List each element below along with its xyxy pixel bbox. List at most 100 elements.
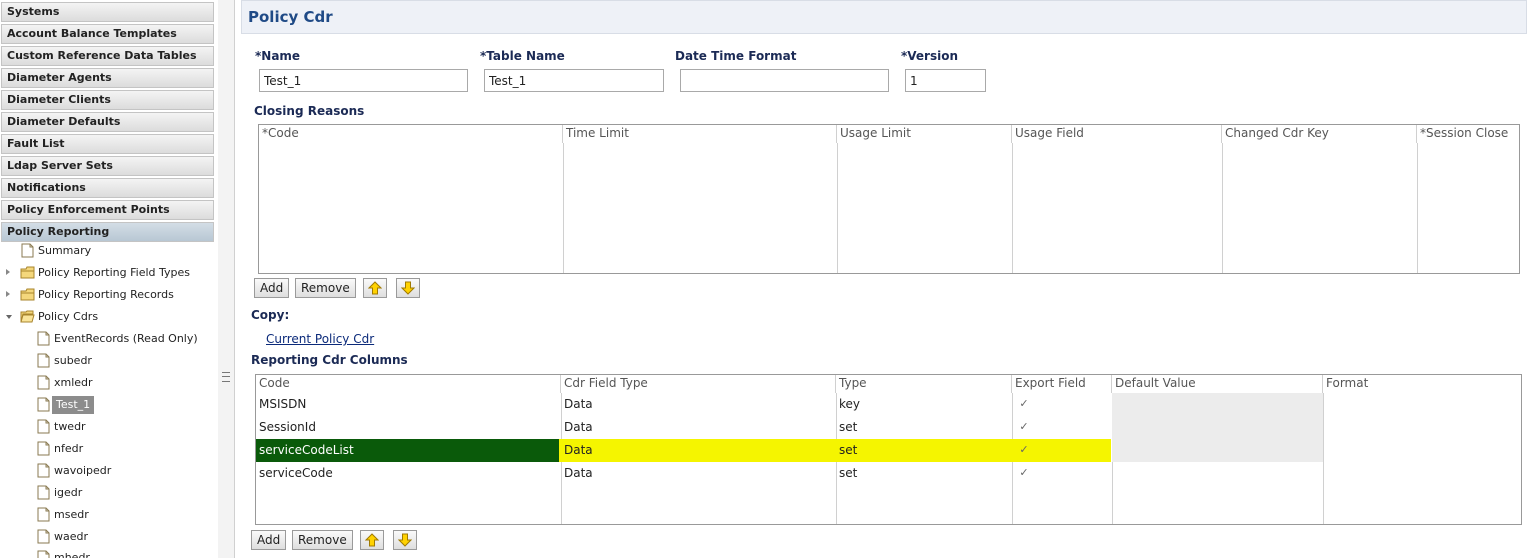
current-policy-cdr-link[interactable]: Current Policy Cdr (266, 332, 374, 346)
sidebar-section-policy-reporting[interactable]: Policy Reporting (1, 222, 214, 242)
page-icon (37, 441, 50, 456)
sidebar-section-policy-enforcement-points[interactable]: Policy Enforcement Points (1, 200, 214, 220)
version-label: *Version (901, 49, 959, 63)
folder-icon (20, 266, 35, 279)
expand-arrow-icon[interactable] (6, 269, 10, 275)
cell-type[interactable]: set (836, 462, 1012, 485)
page-icon (37, 485, 50, 500)
table-header: Code Cdr Field Type Type Export Field De… (256, 375, 1521, 393)
sidebar-section-ldap-server-sets[interactable]: Ldap Server Sets (1, 156, 214, 176)
cell-cdr-field-type[interactable]: Data (561, 393, 836, 416)
reporting-columns-move-up-button[interactable] (360, 530, 384, 550)
column-header-usage-limit[interactable]: Usage Limit (837, 125, 1012, 143)
title-bar: Policy Cdr (241, 0, 1527, 34)
sidebar-section-diameter-clients[interactable]: Diameter Clients (1, 90, 214, 110)
tree-item-label: EventRecords (Read Only) (54, 332, 198, 345)
column-header-default-value[interactable]: Default Value (1112, 375, 1323, 393)
page-icon (37, 419, 50, 434)
tree-item-label: subedr (54, 354, 92, 367)
tree-item-label: Summary (38, 244, 92, 257)
export-field-checkbox[interactable]: ✓ (1018, 398, 1030, 410)
sidebar-section-custom-reference-data-tables[interactable]: Custom Reference Data Tables (1, 46, 214, 66)
column-header-type[interactable]: Type (836, 375, 1012, 393)
name-input[interactable] (259, 69, 468, 92)
export-field-checkbox[interactable]: ✓ (1018, 421, 1030, 433)
column-header-cdr-field-type[interactable]: Cdr Field Type (561, 375, 836, 393)
table-name-label: *Table Name (480, 49, 565, 63)
page-icon (37, 353, 50, 368)
date-time-format-input[interactable] (680, 69, 889, 92)
column-header-time-limit[interactable]: Time Limit (563, 125, 837, 143)
closing-reasons-move-up-button[interactable] (363, 278, 387, 298)
expand-arrow-icon[interactable] (6, 291, 10, 297)
version-input[interactable] (905, 69, 986, 92)
page-icon (37, 507, 50, 522)
closing-reasons-table: *Code Time Limit Usage Limit Usage Field… (258, 124, 1520, 274)
table-row-selected[interactable]: serviceCodeList Data set ✓ (256, 439, 1521, 462)
sidebar-section-notifications[interactable]: Notifications (1, 178, 214, 198)
export-field-checkbox[interactable]: ✓ (1018, 444, 1030, 456)
column-header-format[interactable]: Format (1323, 375, 1521, 393)
page-icon (37, 331, 50, 346)
tree-item-label-selected: Test_1 (52, 396, 95, 414)
tree-item-label: msedr (54, 508, 89, 521)
cell-cdr-field-type[interactable]: Data (561, 462, 836, 485)
page-icon (37, 375, 50, 390)
sidebar-section-diameter-defaults[interactable]: Diameter Defaults (1, 112, 214, 132)
cell-code[interactable]: serviceCode (256, 462, 561, 485)
arrow-up-icon (365, 533, 379, 547)
collapse-arrow-icon[interactable] (6, 315, 12, 319)
sidebar-section-fault-list[interactable]: Fault List (1, 134, 214, 154)
closing-reasons-title: Closing Reasons (254, 104, 365, 118)
table-row[interactable]: MSISDN Data key ✓ (256, 393, 1521, 416)
table-row[interactable]: SessionId Data set ✓ (256, 416, 1521, 439)
column-header-export-field[interactable]: Export Field (1012, 375, 1112, 393)
sidebar-section-diameter-agents[interactable]: Diameter Agents (1, 68, 214, 88)
column-header-session-close[interactable]: *Session Close (1417, 125, 1519, 143)
column-header-changed-cdr-key[interactable]: Changed Cdr Key (1222, 125, 1417, 143)
column-divider (1012, 143, 1013, 273)
tree-item-label: mhedr (54, 551, 90, 558)
page-title: Policy Cdr (248, 8, 333, 26)
navigation-sidebar: Systems Account Balance Templates Custom… (0, 0, 219, 558)
cell-code[interactable]: MSISDN (256, 393, 561, 416)
arrow-down-icon (401, 281, 415, 295)
cell-cdr-field-type[interactable]: Data (561, 439, 836, 462)
cell-type[interactable]: set (836, 439, 1012, 462)
tree-item-label: Policy Reporting Records (38, 288, 174, 301)
page-icon (21, 243, 34, 258)
reporting-columns-move-down-button[interactable] (393, 530, 417, 550)
cell-code-selected[interactable]: serviceCodeList (256, 439, 559, 462)
column-header-code[interactable]: *Code (259, 125, 563, 143)
table-row[interactable]: serviceCode Data set ✓ (256, 462, 1521, 485)
cell-type[interactable]: set (836, 416, 1012, 439)
reporting-cdr-columns-title: Reporting Cdr Columns (251, 353, 408, 367)
column-header-code[interactable]: Code (256, 375, 561, 393)
closing-reasons-add-button[interactable]: Add (254, 278, 290, 298)
closing-reasons-remove-button[interactable]: Remove (295, 278, 356, 298)
splitter-grip-icon[interactable] (222, 372, 230, 382)
folder-icon (20, 288, 35, 301)
folder-open-icon (20, 310, 35, 323)
export-field-checkbox[interactable]: ✓ (1018, 467, 1030, 479)
column-divider (837, 143, 838, 273)
column-divider (563, 143, 564, 273)
table-name-input[interactable] (484, 69, 664, 92)
tree-item-label: wavoipedr (54, 464, 112, 477)
cell-cdr-field-type[interactable]: Data (561, 416, 836, 439)
reporting-columns-add-button[interactable]: Add (251, 530, 287, 550)
tree-item-label: twedr (54, 420, 86, 433)
sidebar-section-account-balance-templates[interactable]: Account Balance Templates (1, 24, 214, 44)
reporting-columns-remove-button[interactable]: Remove (292, 530, 353, 550)
column-header-usage-field[interactable]: Usage Field (1012, 125, 1222, 143)
cell-code[interactable]: SessionId (256, 416, 561, 439)
arrow-down-icon (398, 533, 412, 547)
tree-item-label: Policy Reporting Field Types (38, 266, 190, 279)
sidebar-section-systems[interactable]: Systems (1, 2, 214, 22)
closing-reasons-move-down-button[interactable] (396, 278, 420, 298)
tree-item-label: nfedr (54, 442, 84, 455)
reporting-columns-table: Code Cdr Field Type Type Export Field De… (255, 374, 1522, 525)
cell-type[interactable]: key (836, 393, 1012, 416)
policy-cdr-form: *Name *Table Name Date Time Format *Vers… (241, 34, 1527, 558)
pane-splitter[interactable] (218, 0, 235, 558)
